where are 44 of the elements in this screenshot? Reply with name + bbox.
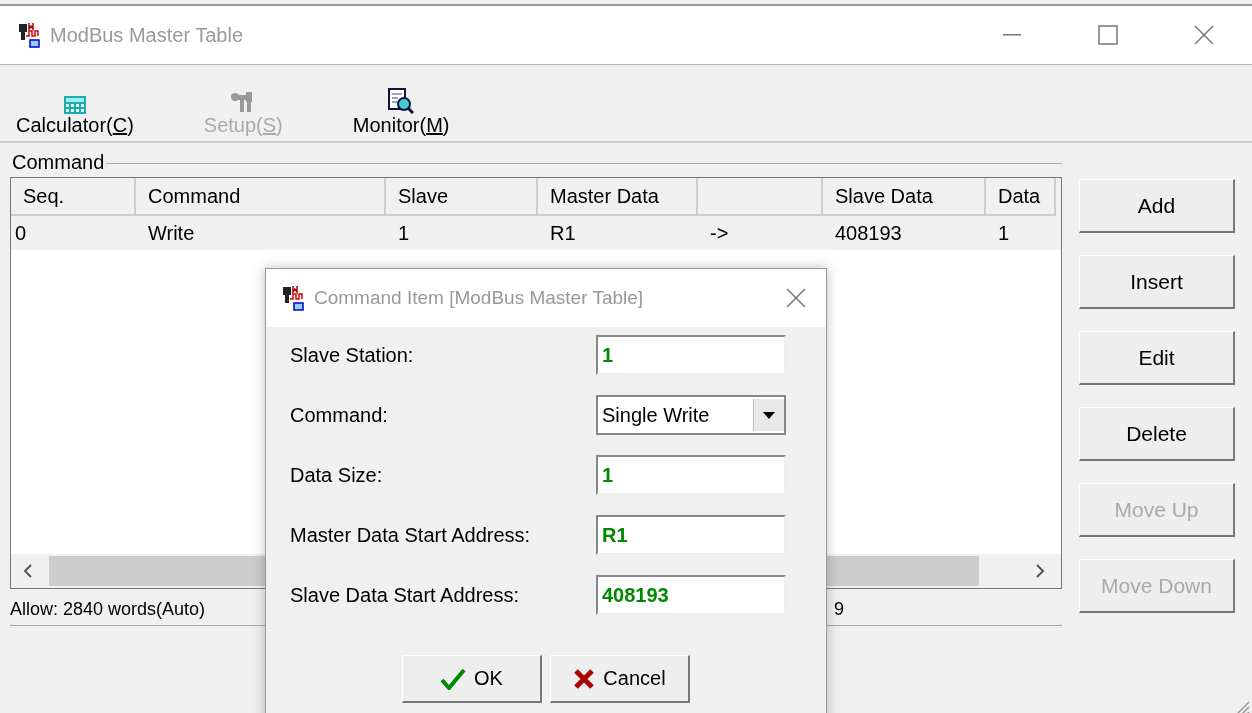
status-text: Allow: 2840 words(Auto) [10, 598, 207, 620]
scroll-right-icon[interactable] [1033, 563, 1047, 579]
input-field[interactable]: 1 [596, 335, 786, 375]
calculator-icon [63, 96, 86, 114]
action-button[interactable]: Edit [1079, 331, 1235, 385]
input-field[interactable]: 408193 [596, 575, 786, 615]
field-label: Data Size: [290, 463, 383, 487]
command-dropdown[interactable]: Single Write [596, 395, 786, 435]
maximize-icon[interactable] [1098, 25, 1118, 45]
toolbar-button[interactable]: Calculator(C) [16, 96, 134, 137]
table-cell-text: 0 [14, 220, 28, 246]
field-label: Command: [290, 403, 388, 427]
toolbar-button[interactable]: Monitor(M) [352, 88, 450, 137]
cross-icon [573, 667, 596, 690]
table-cell-text: 408193 [834, 220, 903, 246]
action-button[interactable]: Add [1079, 179, 1235, 233]
table-cell-text: Write [147, 220, 196, 246]
field-label: Slave Station: [290, 343, 414, 367]
app-icon [18, 22, 42, 48]
input-field[interactable]: R1 [596, 515, 786, 555]
app-icon [282, 285, 306, 311]
action-button[interactable]: Insert [1079, 255, 1235, 309]
table-row[interactable]: 0 Write 1 R1 -> 408193 1 [11, 216, 1061, 250]
table-cell-text: 1 [997, 220, 1011, 246]
status-text: 9 [834, 598, 844, 620]
table-cell-text: 1 [397, 220, 411, 246]
table-cell-text: R1 [549, 220, 577, 246]
caret-icon [763, 411, 775, 419]
field-label: Slave Data Start Address: [290, 583, 519, 607]
input-field[interactable]: 1 [596, 455, 786, 495]
group-title: Command [11, 150, 106, 174]
minimize-icon[interactable] [1003, 34, 1021, 36]
close-icon[interactable] [1194, 25, 1214, 45]
close-icon[interactable] [786, 288, 806, 308]
scroll-left-icon[interactable] [21, 563, 35, 579]
window-title: ModBus Master Table [50, 23, 245, 47]
dialog-button[interactable]: Cancel [550, 655, 690, 703]
dialog-title: Command Item [ModBus Master Table] [314, 287, 645, 309]
dialog-button[interactable]: OK [402, 655, 542, 703]
action-button[interactable]: Delete [1079, 407, 1235, 461]
check-icon [440, 667, 467, 690]
table-cell-text: -> [709, 220, 730, 246]
document-search-icon [388, 88, 415, 114]
field-label: Master Data Start Address: [290, 523, 531, 547]
